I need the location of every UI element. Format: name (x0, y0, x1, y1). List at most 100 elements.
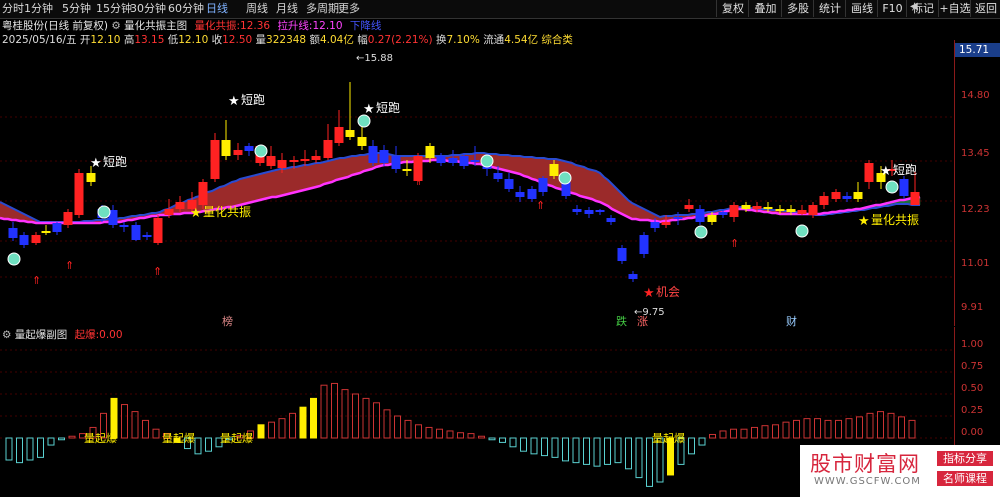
price-tick: 14.80 (961, 90, 990, 101)
burst-bar (37, 437, 44, 458)
candle-body (153, 218, 163, 243)
burst-bar (446, 430, 454, 439)
star-icon: ★ (228, 94, 240, 109)
chance-label: 机会 (656, 285, 680, 299)
burst-bar (268, 421, 275, 439)
indicator-name[interactable]: 量化共振主图 (124, 20, 187, 32)
band-segment (323, 160, 329, 185)
lift-line (0, 158, 921, 225)
tab-8[interactable]: 月线 (276, 1, 298, 17)
burst-bar (887, 412, 895, 439)
star-icon: ★ (858, 214, 870, 229)
candle-body (52, 223, 62, 232)
toolbar-btn-3[interactable]: 统计 (813, 0, 846, 17)
tab-1[interactable]: 1分钟 (24, 1, 53, 17)
band-segment (575, 164, 581, 197)
band-segment (271, 169, 277, 198)
watermark-tag1: 指标分享 (937, 451, 993, 466)
watermark-site: 股市财富网 (810, 452, 920, 476)
toolbar-btn-4[interactable]: 画线 (845, 0, 878, 17)
candle-body (661, 222, 671, 225)
candle-body (323, 140, 333, 158)
info-line-2: 2025/05/16/五 开12.10 高13.15 低12.10 收12.50… (2, 33, 573, 48)
tab-2[interactable]: 5分钟 (62, 1, 91, 17)
candle-body (729, 205, 739, 217)
tab-7[interactable]: 周线 (246, 1, 268, 17)
ind1-value: 12.36 (240, 20, 271, 32)
band-segment (339, 157, 345, 180)
resonance-label: 量化共振 (871, 213, 919, 227)
toolbar-btn-0[interactable]: 复权 (716, 0, 749, 17)
float-value: 4.54亿 (504, 34, 539, 46)
sub-tick: 0.25 (961, 405, 984, 416)
band-segment (579, 165, 585, 198)
burst-bar (646, 437, 653, 487)
burst-bar (509, 437, 517, 448)
burst-bar (782, 421, 790, 439)
candle-body (74, 173, 84, 215)
current-price: 15.71 (959, 44, 990, 56)
nav-prev-icon[interactable]: ◀ (910, 1, 918, 12)
burst-bar (152, 428, 160, 439)
sub-tick: 0.00 (961, 427, 984, 438)
signal-circle-icon (558, 171, 572, 185)
tab-3[interactable]: 15分钟 (96, 1, 132, 17)
toolbar-btn-7[interactable]: +自选 (938, 0, 971, 17)
burst-bar (289, 412, 296, 439)
burst-bar (257, 424, 265, 439)
tab-0[interactable]: 分时 (2, 1, 24, 17)
toolbar-btn-1[interactable]: 叠加 (748, 0, 782, 17)
candle-body (808, 205, 818, 215)
tab-9[interactable]: 多周期 (306, 1, 339, 17)
sub-tick: 0.50 (961, 383, 984, 394)
candle-body (41, 231, 51, 233)
burst-bar (866, 412, 874, 439)
burst-bar (835, 419, 842, 439)
short-run-label: 短跑 (376, 101, 400, 115)
candle-body (763, 207, 773, 209)
burst-bar (530, 437, 538, 455)
candle-body (470, 160, 480, 162)
tab-4[interactable]: 30分钟 (130, 1, 166, 17)
burst-bar (320, 384, 328, 439)
tab-6[interactable]: 日线 (206, 1, 228, 17)
candle-body (425, 146, 435, 158)
candlestick-chart[interactable]: ★ 短跑★ 短跑★ 短跑★ 短跑★ 量化共振★ 量化共振★ 机会←15.88←9.75榜跌涨财… (0, 47, 954, 327)
candle-body (910, 192, 920, 205)
burst-bar (793, 419, 800, 439)
band-segment (299, 164, 305, 192)
band-segment (303, 164, 309, 191)
burst-bar (205, 437, 212, 452)
candle-body (289, 160, 299, 162)
candle-body (527, 189, 537, 199)
signal-circle-icon (7, 252, 21, 266)
band-segment (251, 174, 257, 203)
burst-bar (698, 437, 706, 446)
price-tick: 13.45 (961, 148, 990, 159)
close-value: 12.50 (222, 34, 253, 46)
badge-zhang: 涨 (637, 315, 648, 327)
band-segment (283, 167, 289, 196)
price-axis: 15.71 14.80 13.45 12.23 11.01 9.91 (954, 40, 1000, 326)
burst-bar (803, 418, 811, 439)
band-segment (507, 154, 513, 173)
low-value: 12.10 (178, 34, 209, 46)
burst-bar (898, 416, 905, 439)
ind1-label: 量化共振: (194, 20, 241, 32)
burst-bar (331, 382, 338, 439)
settings-icon[interactable]: ⚙ (111, 20, 120, 32)
candle-body (775, 209, 785, 211)
ind2-label: 拉升线: (277, 20, 313, 32)
toolbar-btn-8[interactable]: 返回 (970, 0, 1000, 17)
star-icon: ★ (90, 156, 102, 171)
burst-bar (436, 428, 443, 439)
tab-5[interactable]: 60分钟 (168, 1, 204, 17)
badge-cai: 财 (786, 314, 797, 327)
toolbar-btn-2[interactable]: 多股 (781, 0, 814, 17)
candle-body (391, 156, 401, 169)
candle-body (864, 163, 874, 182)
tab-10[interactable]: 更多 (338, 1, 360, 17)
vol-label: 量 (255, 34, 267, 46)
turn-label: 换 (435, 34, 447, 46)
toolbar-btn-5[interactable]: F10 (877, 0, 907, 17)
